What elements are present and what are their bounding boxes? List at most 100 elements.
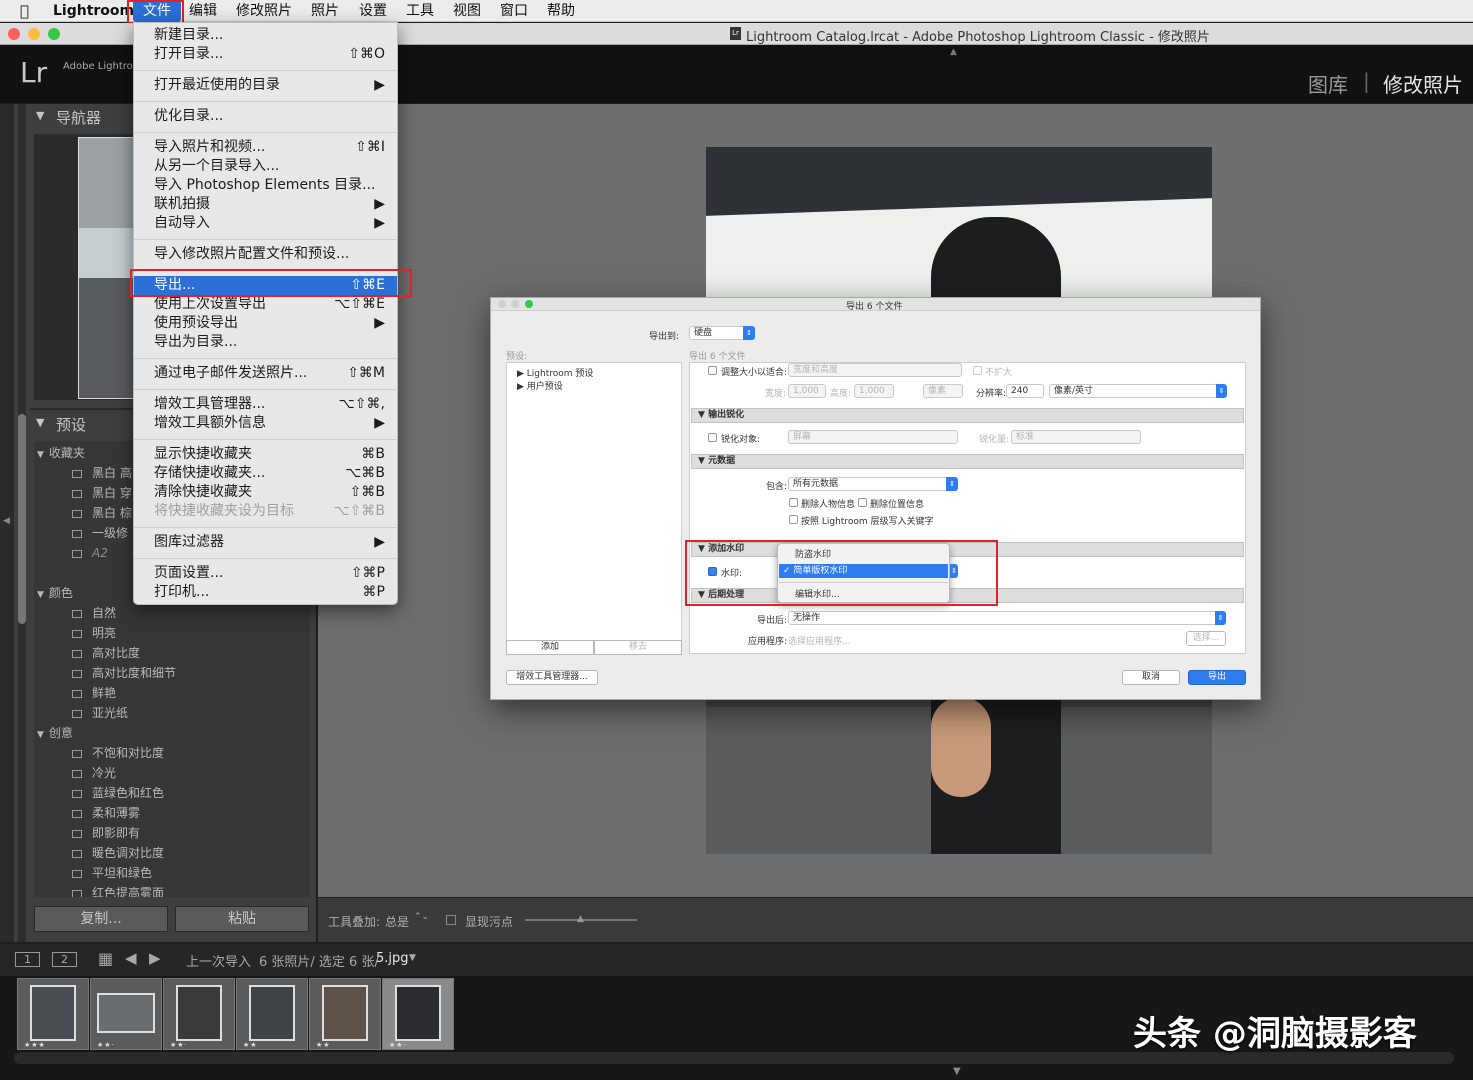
menu-item-email[interactable]: 通过电子邮件发送照片... ⇧⌘M bbox=[134, 364, 397, 383]
menu-item-import-profiles[interactable]: 导入修改照片配置文件和预设... bbox=[134, 245, 397, 264]
preset-item[interactable]: 蓝绿色和红色 bbox=[72, 783, 164, 803]
menu-item-export-catalog[interactable]: 导出为目录... bbox=[134, 333, 397, 352]
export-button[interactable]: 导出 bbox=[1188, 670, 1246, 685]
preset-group-color[interactable]: ▼ 颜色 bbox=[37, 583, 73, 603]
remove-location-checkbox[interactable] bbox=[858, 498, 867, 507]
include-select[interactable]: 所有元数据 bbox=[788, 477, 958, 491]
preset-item[interactable]: 柔和薄雾 bbox=[72, 803, 140, 823]
unit-select[interactable]: 像素 bbox=[923, 384, 963, 398]
close-window-button[interactable] bbox=[8, 28, 20, 40]
minimize-window-button[interactable] bbox=[28, 28, 40, 40]
dialog-zoom-button[interactable] bbox=[525, 300, 533, 308]
stepper-icon[interactable]: ⇕ bbox=[946, 477, 958, 491]
after-export-select[interactable]: 无操作 bbox=[788, 611, 1224, 625]
copy-button[interactable]: 复制... bbox=[34, 906, 168, 932]
preset-group-favorites[interactable]: ▼ 收藏夹 bbox=[37, 443, 85, 463]
tree-item-user[interactable]: ▶ 用户预设 bbox=[517, 379, 563, 392]
menu-item-export-previous[interactable]: 使用上次设置导出 ⌥⇧⌘E bbox=[134, 295, 397, 314]
resize-checkbox[interactable] bbox=[708, 366, 717, 375]
menu-item-recent-catalogs[interactable]: 打开最近使用的目录 ▶ bbox=[134, 76, 397, 95]
film-thumb-selected[interactable]: ★★· bbox=[382, 978, 454, 1050]
stepper-icon[interactable]: ⇕ bbox=[1215, 611, 1226, 625]
stepper-icon[interactable]: ⌃⌄ bbox=[414, 912, 429, 922]
resolution-input[interactable]: 240 bbox=[1006, 384, 1044, 398]
menu-item-plugin-extras[interactable]: 增效工具额外信息 ▶ bbox=[134, 414, 397, 433]
menu-item-show-quick-collection[interactable]: 显示快捷收藏夹 ⌘B bbox=[134, 445, 397, 464]
menu-help[interactable]: 帮助 bbox=[547, 2, 575, 20]
spot-checkbox[interactable] bbox=[446, 915, 456, 925]
forward-arrow-icon[interactable]: ▶ bbox=[149, 949, 161, 967]
module-library[interactable]: 图库 bbox=[1308, 69, 1348, 98]
dialog-minimize-button[interactable] bbox=[511, 300, 519, 308]
collapse-top-arrow-icon[interactable]: ▲ bbox=[950, 47, 957, 57]
menu-edit[interactable]: 编辑 bbox=[189, 2, 217, 20]
stepper-icon[interactable]: ⇕ bbox=[743, 326, 755, 340]
remove-person-checkbox[interactable] bbox=[789, 498, 798, 507]
remove-preset-button[interactable]: 移去 bbox=[594, 640, 682, 655]
filmstrip-source[interactable]: 上一次导入 bbox=[186, 951, 251, 970]
collapse-left-arrow-icon[interactable]: ◀ bbox=[3, 516, 10, 526]
menu-item-import-elements[interactable]: 导入 Photoshop Elements 目录... bbox=[134, 176, 397, 195]
menu-item-save-quick-collection[interactable]: 存储快捷收藏夹... ⌥⌘B bbox=[134, 464, 397, 483]
plugin-manager-button[interactable]: 增效工具管理器... bbox=[506, 670, 598, 685]
primary-window-button[interactable]: 1 bbox=[15, 952, 40, 967]
preset-item[interactable]: 不饱和对比度 bbox=[72, 743, 164, 763]
menu-develop[interactable]: 修改照片 bbox=[236, 2, 292, 20]
width-input[interactable]: 1,000 bbox=[788, 384, 826, 398]
sharpen-checkbox[interactable] bbox=[708, 433, 717, 442]
collapse-bottom-arrow-icon[interactable]: ▼ bbox=[953, 1066, 961, 1077]
cancel-button[interactable]: 取消 bbox=[1122, 670, 1180, 685]
menu-item-page-setup[interactable]: 页面设置... ⇧⌘P bbox=[134, 564, 397, 583]
stepper-icon[interactable]: ⇕ bbox=[1216, 384, 1227, 398]
back-arrow-icon[interactable]: ◀ bbox=[125, 949, 137, 967]
sharpen-target-select[interactable]: 屏幕 bbox=[788, 430, 958, 444]
menu-item-import[interactable]: 导入照片和视频... ⇧⌘I bbox=[134, 138, 397, 157]
preset-item[interactable]: 红色提高雾面 bbox=[72, 883, 164, 897]
menu-window[interactable]: 窗口 bbox=[500, 2, 528, 20]
preset-group-creative[interactable]: ▼ 创意 bbox=[37, 723, 73, 743]
preset-item[interactable]: 高对比度 bbox=[72, 643, 140, 663]
application-select[interactable]: 选择应用程序... bbox=[788, 634, 851, 647]
metadata-section-header[interactable]: ▼ 元数据 bbox=[691, 454, 1244, 469]
menu-photo[interactable]: 照片 bbox=[311, 2, 339, 20]
menu-view[interactable]: 视图 bbox=[453, 2, 481, 20]
menu-item-clear-quick-collection[interactable]: 清除快捷收藏夹 ⇧⌘B bbox=[134, 483, 397, 502]
preset-item[interactable]: 亚光纸 bbox=[72, 703, 128, 723]
menu-item-printer[interactable]: 打印机... ⌘P bbox=[134, 583, 397, 602]
menu-item-auto-import[interactable]: 自动导入 ▶ bbox=[134, 214, 397, 233]
filmstrip-filename[interactable]: 5.jpg bbox=[376, 951, 409, 966]
apple-icon[interactable]:  bbox=[20, 2, 29, 20]
menu-item-optimize[interactable]: 优化目录... bbox=[134, 107, 397, 126]
add-preset-button[interactable]: 添加 bbox=[506, 640, 594, 655]
menu-item-export-preset[interactable]: 使用预设导出 ▶ bbox=[134, 314, 397, 333]
menu-item-tethered[interactable]: 联机拍摄 ▶ bbox=[134, 195, 397, 214]
film-thumb[interactable]: ★★· bbox=[90, 978, 162, 1050]
hierarchy-checkbox[interactable] bbox=[789, 515, 798, 524]
menu-item-new-catalog[interactable]: 新建目录... bbox=[134, 26, 397, 45]
preset-item[interactable]: 即影即有 bbox=[72, 823, 140, 843]
secondary-window-button[interactable]: 2 bbox=[52, 952, 77, 967]
left-scrollbar[interactable] bbox=[18, 414, 26, 624]
menu-item-library-filters[interactable]: 图库过滤器 ▶ bbox=[134, 533, 397, 552]
menu-item-plugin-manager[interactable]: 增效工具管理器... ⌥⇧⌘, bbox=[134, 395, 397, 414]
grid-icon[interactable]: ▦ bbox=[98, 949, 113, 968]
sharpen-section-header[interactable]: ▼ 输出锐化 bbox=[691, 408, 1244, 423]
preset-item[interactable]: 自然 bbox=[72, 603, 116, 623]
film-thumb[interactable]: ★★· bbox=[163, 978, 235, 1050]
preset-item[interactable]: 暖色调对比度 bbox=[72, 843, 164, 863]
preset-item[interactable]: 平坦和绿色 bbox=[72, 863, 152, 883]
preset-item[interactable]: 明亮 bbox=[72, 623, 116, 643]
menu-tools[interactable]: 工具 bbox=[406, 2, 434, 20]
sharpen-amount-select[interactable]: 标准 bbox=[1011, 430, 1141, 444]
menu-settings[interactable]: 设置 bbox=[359, 2, 387, 20]
film-thumb[interactable]: ★★ bbox=[309, 978, 381, 1050]
menu-item-open-catalog[interactable]: 打开目录... ⇧⌘O bbox=[134, 45, 397, 64]
film-thumb[interactable]: ★★ bbox=[236, 978, 308, 1050]
spot-slider-thumb[interactable]: ▲ bbox=[577, 914, 584, 924]
dialog-close-button[interactable] bbox=[498, 300, 506, 308]
height-input[interactable]: 1,000 bbox=[854, 384, 894, 398]
preset-item[interactable]: 鲜艳 bbox=[72, 683, 116, 703]
film-thumb[interactable]: ★★★ bbox=[17, 978, 89, 1050]
menu-item-import-catalog[interactable]: 从另一个目录导入... bbox=[134, 157, 397, 176]
paste-button[interactable]: 粘贴 bbox=[175, 906, 309, 932]
